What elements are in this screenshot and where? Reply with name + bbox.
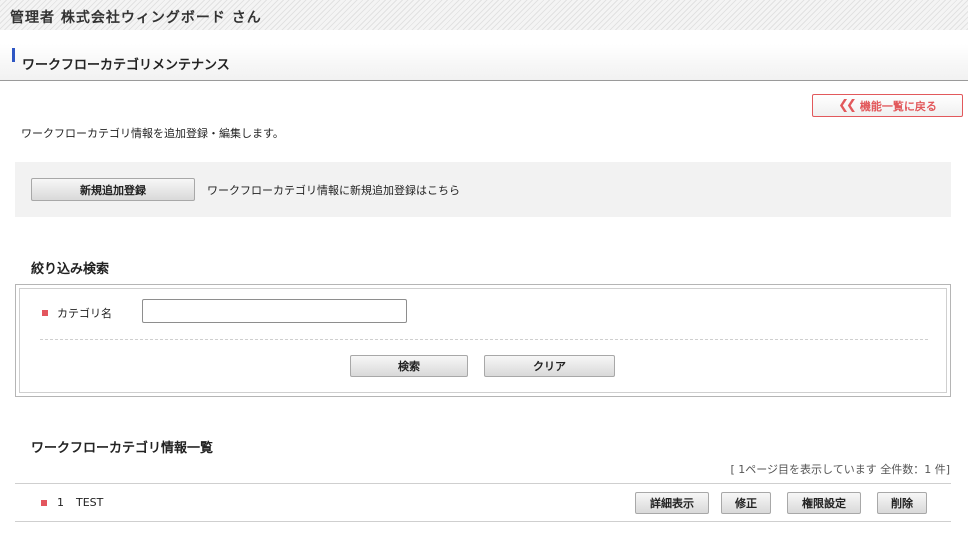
back-to-menu-button[interactable]: ❮❮ 機能一覧に戻る (812, 94, 963, 117)
row-category-name: TEST (76, 496, 104, 509)
page-title: ワークフローカテゴリメンテナンス (22, 58, 230, 73)
list-section-title: ワークフローカテゴリ情報一覧 (31, 441, 214, 456)
edit-button[interactable]: 修正 (721, 492, 771, 514)
table-row: 1 TEST 詳細表示 修正 権限設定 削除 (15, 483, 951, 522)
category-name-label-group: カテゴリ名 (42, 305, 112, 321)
search-panel: カテゴリ名 検索 クリア (15, 284, 951, 397)
divider (40, 339, 928, 340)
search-section-title: 絞り込み検索 (31, 262, 110, 277)
bullet-icon (41, 500, 47, 506)
delete-button[interactable]: 削除 (877, 492, 927, 514)
bullet-icon (42, 310, 48, 316)
clear-button[interactable]: クリア (484, 355, 615, 377)
category-name-input[interactable] (142, 299, 407, 323)
row-number: 1 (57, 496, 64, 509)
title-bar: ワークフローカテゴリメンテナンス (0, 44, 968, 81)
search-panel-inner: カテゴリ名 検索 クリア (19, 288, 947, 393)
category-name-label: カテゴリ名 (57, 307, 112, 320)
new-registration-text: ワークフローカテゴリ情報に新規追加登録はこちら (207, 184, 460, 197)
detail-button[interactable]: 詳細表示 (635, 492, 709, 514)
double-chevron-left-icon: ❮❮ (838, 98, 857, 113)
back-to-menu-label: 機能一覧に戻る (859, 99, 937, 113)
paging-status: [ 1ページ目を表示しています 全件数：1 件] (730, 463, 950, 476)
page-description: ワークフローカテゴリ情報を追加登録・編集します。 (21, 127, 284, 140)
title-accent (12, 48, 15, 62)
new-registration-area: 新規追加登録 ワークフローカテゴリ情報に新規追加登録はこちら (15, 162, 951, 217)
permission-settings-button[interactable]: 権限設定 (787, 492, 861, 514)
new-registration-button[interactable]: 新規追加登録 (31, 178, 195, 201)
search-button[interactable]: 検索 (350, 355, 468, 377)
admin-name: 管理者 株式会社ウィングボード さん (10, 10, 262, 26)
top-bar: 管理者 株式会社ウィングボード さん (0, 0, 968, 30)
